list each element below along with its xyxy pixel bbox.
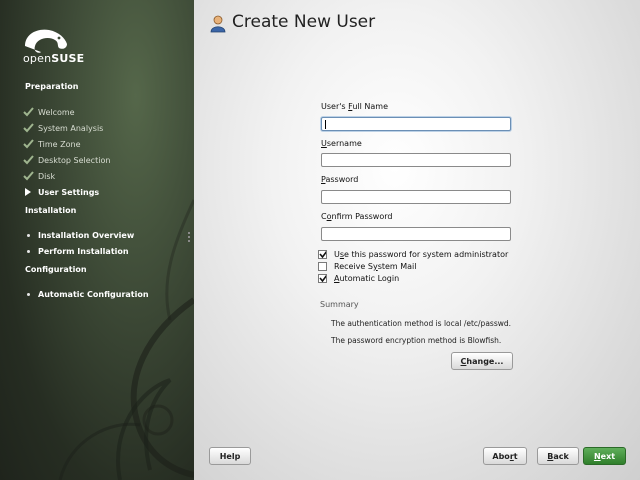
- section-configuration: Configuration: [25, 265, 87, 274]
- username-input[interactable]: [321, 153, 511, 167]
- sidebar-step-installation-overview: Installation Overview: [22, 229, 134, 241]
- help-button[interactable]: Help: [209, 447, 251, 465]
- check-icon: [22, 154, 34, 166]
- sidebar-step-automatic-configuration: Automatic Configuration: [22, 288, 149, 300]
- use-password-for-admin-checkbox[interactable]: Use this password for system administrat…: [318, 249, 508, 260]
- full-name-input[interactable]: [321, 117, 511, 131]
- change-button[interactable]: Change...: [451, 352, 513, 370]
- checkbox-checked-icon: [318, 274, 327, 283]
- back-button[interactable]: Back: [537, 447, 579, 465]
- page-title: Create New User: [232, 12, 376, 32]
- bullet-icon: [22, 229, 34, 241]
- text-caret: [325, 120, 326, 129]
- section-installation: Installation: [25, 206, 77, 215]
- summary-encryption-method: The password encryption method is Blowfi…: [331, 336, 502, 345]
- checkbox-unchecked-icon: [318, 262, 327, 271]
- sidebar-step-perform-installation: Perform Installation: [22, 245, 129, 257]
- next-button[interactable]: Next: [583, 447, 626, 465]
- full-name-label: User's Full Name: [321, 102, 388, 111]
- bullet-icon: [22, 245, 34, 257]
- opensuse-wordmark: openSUSE: [23, 52, 85, 65]
- summary-heading: Summary: [320, 300, 359, 309]
- check-icon: [22, 170, 34, 182]
- bullet-icon: [22, 288, 34, 300]
- automatic-login-checkbox[interactable]: Automatic Login: [318, 273, 399, 284]
- abort-button[interactable]: Abo r t: [483, 447, 527, 465]
- password-label: Password: [321, 175, 359, 184]
- arrow-right-icon: [22, 186, 34, 198]
- summary-auth-method: The authentication method is local /etc/…: [331, 319, 512, 328]
- username-label: Username: [321, 139, 362, 148]
- confirm-password-input[interactable]: [321, 227, 511, 241]
- user-icon: [210, 15, 226, 33]
- check-icon: [22, 122, 34, 134]
- sidebar-step-welcome: Welcome: [22, 106, 75, 118]
- checkbox-checked-icon: [318, 250, 327, 259]
- password-input[interactable]: [321, 190, 511, 204]
- sidebar-step-system-analysis: System Analysis: [22, 122, 103, 134]
- sidebar-step-time-zone: Time Zone: [22, 138, 81, 150]
- sidebar: openSUSE Preparation Welcome System Anal…: [0, 0, 194, 480]
- sidebar-step-disk: Disk: [22, 170, 55, 182]
- sidebar-step-user-settings: User Settings: [22, 186, 99, 198]
- sidebar-step-desktop-selection: Desktop Selection: [22, 154, 110, 166]
- receive-system-mail-checkbox[interactable]: Receive System Mail: [318, 261, 417, 272]
- check-icon: [22, 106, 34, 118]
- check-icon: [22, 138, 34, 150]
- sidebar-resize-handle[interactable]: [188, 232, 191, 244]
- section-preparation: Preparation: [25, 82, 79, 91]
- confirm-password-label: Confirm Password: [321, 212, 393, 221]
